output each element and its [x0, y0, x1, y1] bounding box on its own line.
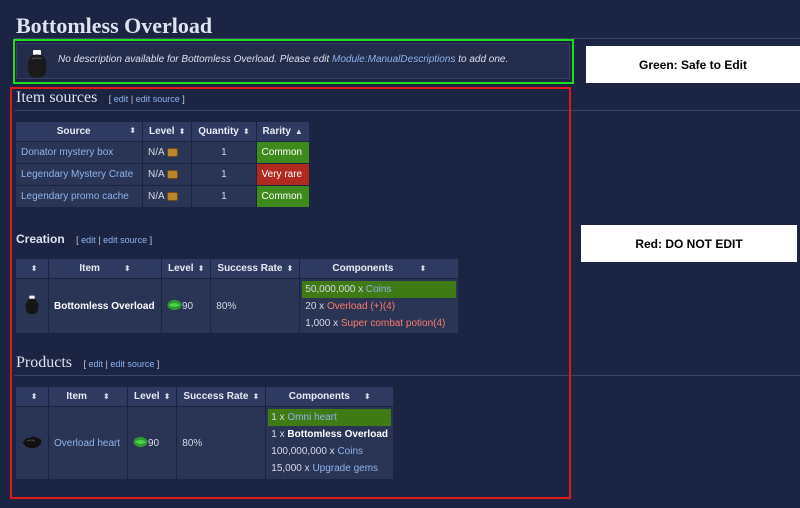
red-callout: Red: DO NOT EDIT	[581, 225, 797, 262]
red-do-not-edit-outline	[10, 87, 571, 499]
green-safe-outline	[13, 39, 574, 84]
green-callout: Green: Safe to Edit	[586, 46, 800, 83]
page-title: Bottomless Overload	[16, 13, 213, 38]
